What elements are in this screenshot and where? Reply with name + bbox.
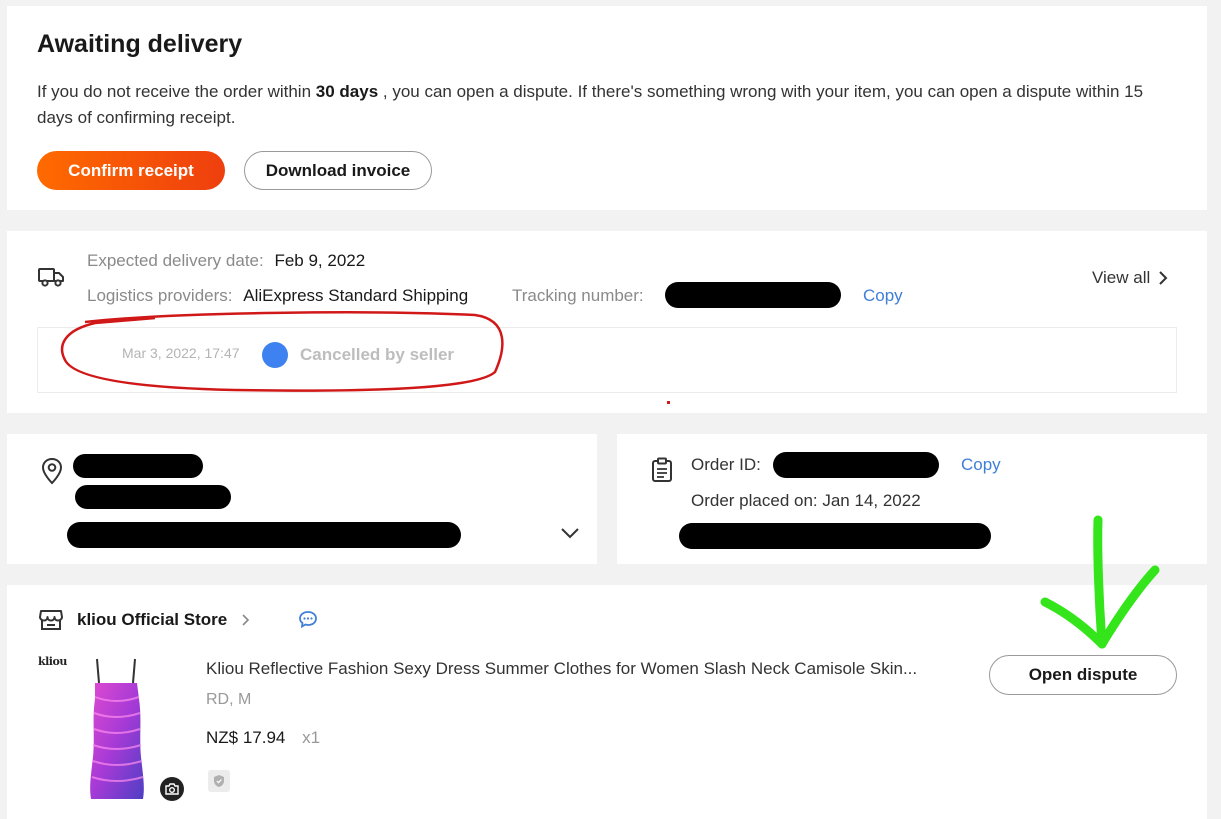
brand-logo: kliou (38, 655, 67, 668)
expected-delivery-label: Expected delivery date: (87, 251, 264, 270)
order-placed-date: Order placed on: Jan 14, 2022 (691, 491, 921, 510)
product-price-row: NZ$ 17.94 x1 (206, 728, 320, 748)
camera-icon[interactable] (160, 777, 184, 801)
redacted-phone (75, 485, 231, 509)
redacted-order-id (773, 452, 939, 478)
status-description: If you do not receive the order within 3… (37, 79, 1177, 131)
copy-order-id-link[interactable]: Copy (961, 455, 1001, 475)
shield-icon (208, 770, 230, 792)
chevron-down-icon[interactable] (560, 527, 580, 539)
expected-delivery-value: Feb 9, 2022 (274, 251, 366, 270)
location-pin-icon (41, 457, 63, 485)
download-invoice-button[interactable]: Download invoice (244, 151, 432, 190)
logistics-row: Logistics providers: AliExpress Standard… (87, 286, 468, 306)
open-dispute-button[interactable]: Open dispute (989, 655, 1177, 695)
address-card (7, 434, 597, 564)
store-name: kliou Official Store (77, 610, 228, 629)
product-title-link[interactable]: Kliou Reflective Fashion Sexy Dress Summ… (206, 659, 966, 679)
product-variant: RD, M (206, 691, 252, 708)
red-circle-annotation (60, 311, 504, 392)
status-card: Awaiting delivery If you do not receive … (7, 6, 1207, 210)
redacted-tracking-number (665, 282, 841, 308)
dress-image (90, 658, 144, 799)
status-desc-prefix: If you do not receive the order within (37, 82, 316, 101)
store-name-link[interactable]: kliou Official Store (77, 610, 250, 630)
clipboard-icon (650, 457, 674, 483)
tracking-label: Tracking number: (512, 286, 644, 305)
expected-delivery-row: Expected delivery date: Feb 9, 2022 (87, 251, 365, 271)
product-image[interactable]: kliou (35, 655, 185, 805)
chat-icon[interactable] (298, 610, 318, 628)
product-quantity: x1 (302, 728, 321, 747)
logistics-value: AliExpress Standard Shipping (243, 286, 469, 305)
chevron-right-icon (1158, 270, 1168, 286)
store-product-card: kliou Official Store kliou Kliou Reflect… (7, 585, 1207, 819)
green-arrow-annotation (1040, 515, 1160, 649)
truck-icon (37, 265, 65, 289)
copy-tracking-link[interactable]: Copy (863, 286, 903, 306)
logistics-label: Logistics providers: (87, 286, 233, 305)
redacted-address (67, 522, 461, 548)
status-desc-days: 30 days (315, 82, 379, 101)
view-all-link[interactable]: View all (1092, 268, 1168, 288)
confirm-receipt-button[interactable]: Confirm receipt (37, 151, 225, 190)
redacted-recipient-name (73, 454, 203, 478)
status-title: Awaiting delivery (37, 30, 243, 58)
store-icon (38, 608, 64, 632)
view-all-label: View all (1092, 268, 1151, 287)
redacted-order-detail (679, 523, 991, 549)
chevron-right-icon (241, 613, 250, 627)
order-id-label: Order ID: (691, 455, 761, 474)
product-price: NZ$ 17.94 (206, 728, 286, 747)
red-dot-mark (667, 401, 670, 404)
